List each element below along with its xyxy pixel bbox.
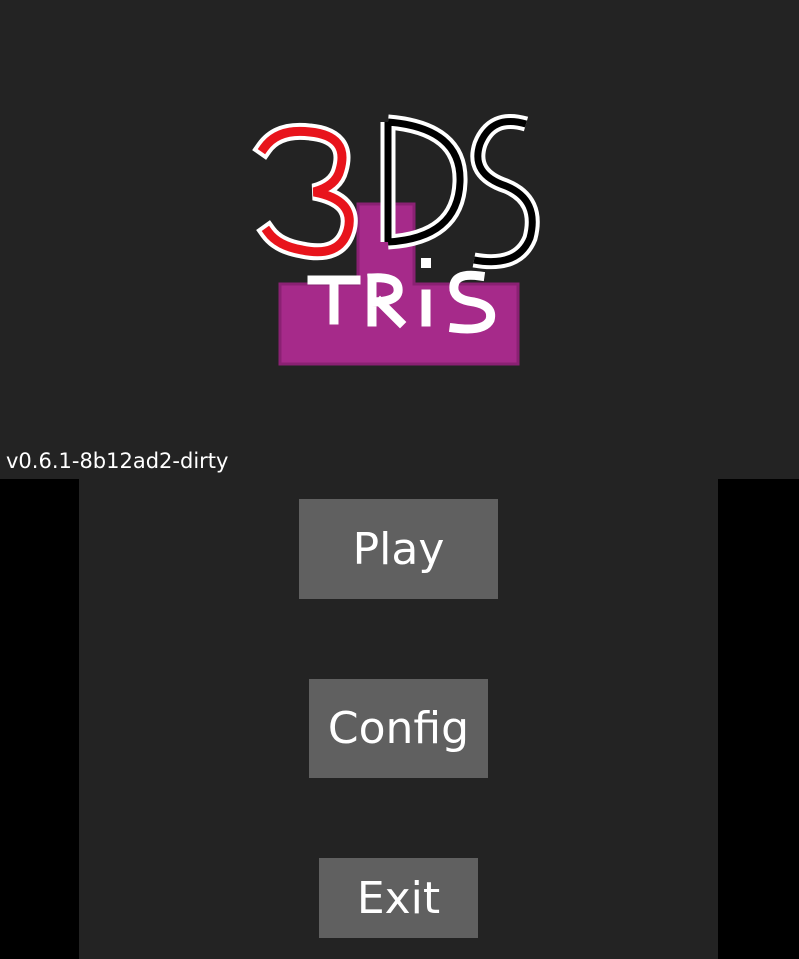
play-button[interactable]: Play [299,499,498,599]
top-screen: v0.6.1-8b12ad2-dirty [0,0,799,479]
logo-s [470,114,540,270]
logo-three [252,122,358,261]
bottom-screen: Play Config Exit [79,479,718,959]
exit-button[interactable]: Exit [319,858,478,938]
game-logo [252,114,540,366]
config-button[interactable]: Config [309,679,488,778]
version-label: v0.6.1-8b12ad2-dirty [6,449,229,473]
